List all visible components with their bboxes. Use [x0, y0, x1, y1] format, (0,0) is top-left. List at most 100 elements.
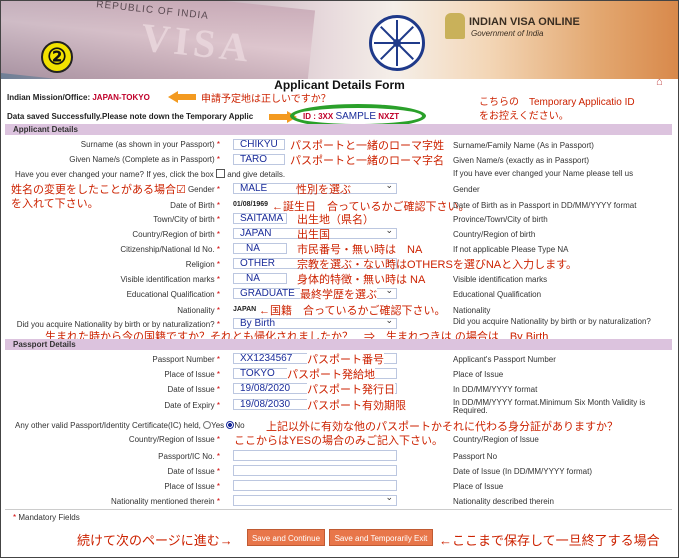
marks-label: Visible identification marks *: [120, 275, 220, 284]
divider: [5, 509, 672, 510]
town-input[interactable]: SAITAMA: [233, 213, 287, 224]
citizen-id-hint: If not applicable Please Type NA: [453, 245, 569, 254]
exit-annotation: ←ここまで保存して一旦終了する場合: [439, 533, 660, 548]
ic-nationality-hint: Nationality described therein: [453, 497, 554, 506]
header-banner: REPUBLIC OF INDIA VISA ② INDIAN VISA ONL…: [1, 1, 678, 79]
tempid-row: ID : 3XX SAMPLE NXZT: [303, 111, 399, 122]
citizen-id-input[interactable]: NA: [233, 243, 287, 254]
yes-only-annotation: ここからはYESの場合のみご記入下さい。: [234, 435, 444, 447]
saved-message: Data saved Successfully.Please note down…: [7, 112, 254, 121]
tempid-value: SAMPLE: [335, 111, 377, 122]
brand-title: INDIAN VISA ONLINE: [469, 16, 580, 28]
passport-number-label: Passport Number *: [152, 355, 220, 364]
gender-label: Gender *: [187, 185, 220, 194]
name-change-annotation-2: を入れて下さい。: [11, 198, 99, 210]
mission-value: JAPAN-TOKYO: [92, 93, 150, 102]
nationality-annotation: ←国籍 合っているかご確認下さい。: [259, 305, 446, 317]
surname-input[interactable]: CHIKYU: [233, 139, 285, 150]
other-passport-label: Any other valid Passport/Identity Certif…: [15, 421, 245, 430]
home-icon[interactable]: ⌂: [656, 76, 670, 88]
name-changed-label: Have you ever changed your name? If yes,…: [15, 169, 286, 179]
save-continue-button[interactable]: Save and Continue: [247, 529, 325, 546]
tempid-annotation-1: こちらの Temporary Applicatio ID: [479, 97, 635, 108]
given-name-annotation: パスポートと一緒のローマ字名: [290, 155, 444, 167]
tempid-annotation-2: をお控えください。: [479, 111, 569, 122]
surname-hint: Surname/Family Name (As in Passport): [453, 141, 594, 150]
country-birth-hint: Country/Region of birth: [453, 230, 536, 239]
gender-hint: Gender: [453, 185, 480, 194]
tempid-label: ID : 3XX: [303, 112, 334, 121]
marks-hint: Visible identification marks: [453, 275, 548, 284]
name-changed-checkbox[interactable]: [216, 169, 226, 178]
town-label: Town/City of birth *: [153, 215, 220, 224]
passport-expiry-hint: In DD/MM/YYYY format.Minimum Six Month V…: [453, 398, 646, 415]
brand-subtitle: Government of India: [471, 29, 544, 38]
ic-place-hint: Place of Issue: [453, 482, 504, 491]
passport-number-hint: Applicant's Passport Number: [453, 355, 556, 364]
gender-annotation: 性別を選ぶ: [296, 184, 351, 196]
save-exit-button[interactable]: Save and Temporarily Exit: [329, 529, 433, 546]
marks-annotation: 身体的特徴・無い時は NA: [297, 274, 426, 286]
arrow-left-icon: [168, 91, 196, 103]
acquire-hint: Did you acquire Nationality by birth or …: [453, 317, 651, 326]
education-annotation: 最終学歴を選ぶ: [300, 286, 377, 302]
mission-label: Indian Mission/Office:: [7, 93, 91, 102]
passport-expiry-label: Date of Expiry *: [164, 401, 220, 410]
nationality-hint: Nationality: [453, 306, 491, 315]
screenshot-frame: REPUBLIC OF INDIA VISA ② INDIAN VISA ONL…: [0, 0, 679, 558]
section-passport-details: Passport Details: [5, 339, 672, 350]
ic-place-label: Place of Issue *: [164, 482, 220, 491]
education-label: Educational Qualification *: [126, 290, 220, 299]
mission-annotation: 申請予定地は正しいですか？: [201, 94, 331, 105]
ic-issue-input[interactable]: [233, 465, 397, 476]
dob-hint: Date of Birth as in Passport in DD/MM/YY…: [453, 201, 637, 210]
religion-label: Religion *: [185, 260, 220, 269]
surname-annotation: パスポートと一緒のローマ字姓: [290, 140, 444, 152]
tempid-tail: NXZT: [378, 112, 400, 121]
passport-number-annotation: パスポート番号: [307, 351, 384, 367]
ashoka-chakra-icon: [369, 15, 425, 71]
other-passport-yes-radio[interactable]: [203, 421, 212, 429]
ic-number-hint: Passport No: [453, 452, 498, 461]
ic-issue-label: Date of Issue *: [167, 467, 221, 476]
dob-value: 01/08/1969: [233, 201, 269, 208]
passport-place-hint: Place of Issue: [453, 370, 504, 379]
ic-nationality-select[interactable]: [233, 492, 397, 506]
nationality-label: Nationality *: [177, 306, 220, 315]
country-birth-annotation: 出生国: [297, 229, 330, 241]
surname-label: Surname (as shown in your Passport) *: [80, 140, 220, 149]
mission-row: Indian Mission/Office: JAPAN-TOKYO: [7, 93, 150, 102]
name-changed-hint: If you have ever changed your Name pleas…: [453, 169, 634, 178]
town-annotation: 出生地（県名）: [297, 214, 374, 226]
passport-expiry-annotation: パスポート有効期限: [307, 397, 406, 413]
religion-annotation: 宗教を選ぶ・ない時はOTHERSを選びNAと入力します。: [297, 259, 578, 271]
nationality-value: JAPAN: [233, 306, 257, 313]
ic-number-label: Passport/IC No. *: [158, 452, 220, 461]
passport-issue-hint: In DD/MM/YYYY format: [453, 385, 538, 394]
ic-issue-hint: Date of Issue (In DD/MM/YYYY format): [453, 467, 593, 476]
ic-place-input[interactable]: [233, 480, 397, 491]
other-country-label: Country/Region of Issue *: [128, 435, 220, 444]
mandatory-note: * Mandatory Fields: [13, 513, 80, 522]
given-name-hint: Given Name/s (exactly as in Passport): [453, 156, 590, 165]
education-hint: Educational Qualification: [453, 290, 542, 299]
passport-place-label: Place of Issue *: [164, 370, 220, 379]
country-birth-label: Country/Region of birth *: [132, 230, 220, 239]
given-name-label: Given Name/s (Complete as in Passport) *: [69, 155, 220, 164]
other-country-hint: Country/Region of Issue: [453, 435, 539, 444]
national-emblem-icon: [445, 13, 465, 39]
ic-number-input[interactable]: [233, 450, 397, 461]
given-name-input[interactable]: TARO: [233, 154, 285, 165]
dob-label: Date of Birth *: [170, 201, 220, 210]
step-number-badge: ②: [41, 41, 73, 73]
marks-input[interactable]: NA: [233, 273, 287, 284]
form-title: Applicant Details Form: [274, 78, 405, 92]
citizen-id-label: Citizenship/National Id No. *: [120, 245, 220, 254]
citizen-id-annotation: 市民番号・無い時は NA: [297, 244, 423, 256]
passport-issue-annotation: パスポート発行日: [307, 381, 395, 397]
passport-issue-label: Date of Issue *: [167, 385, 221, 394]
continue-annotation: 続けて次のページに進む→: [77, 533, 233, 548]
passport-place-annotation: パスポート発給地: [287, 366, 375, 382]
ic-nationality-label: Nationality mentioned therein *: [111, 497, 220, 506]
section-applicant-details: Applicant Details: [5, 124, 672, 135]
